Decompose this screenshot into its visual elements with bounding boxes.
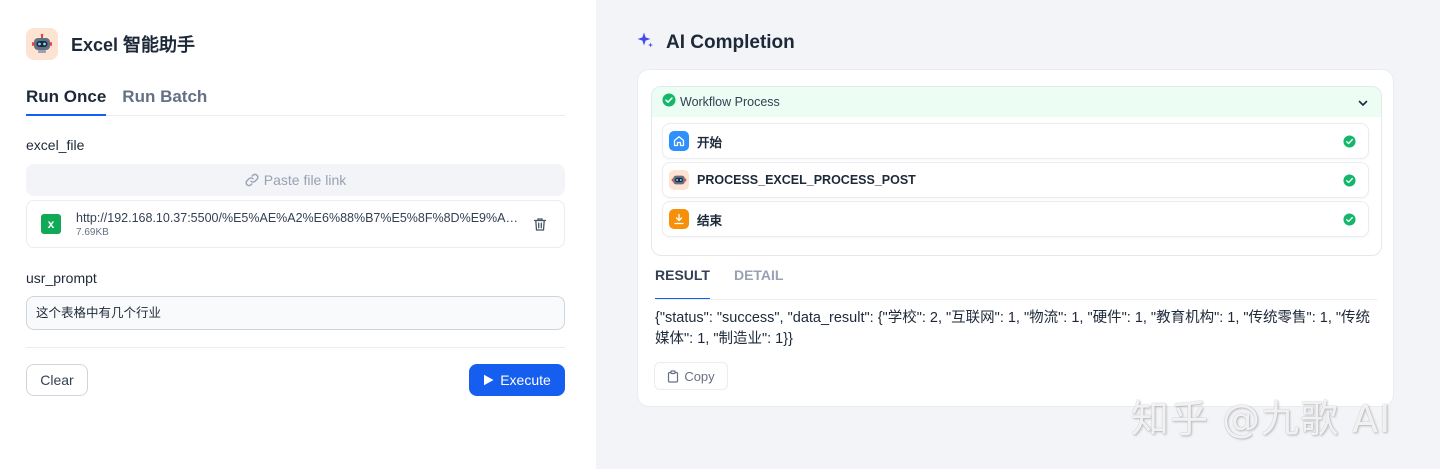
excel-file-icon: x <box>41 214 61 234</box>
copy-button[interactable]: Copy <box>654 362 728 390</box>
result-card: Workflow Process 开始 PROCESS_EXCEL_PROCES… <box>637 69 1394 407</box>
check-circle-icon <box>1343 174 1356 192</box>
divider <box>655 299 1377 300</box>
check-circle-icon <box>1343 135 1356 153</box>
workflow-process-header[interactable]: Workflow Process <box>652 87 1381 117</box>
robot-icon <box>26 28 58 60</box>
home-icon <box>669 131 689 151</box>
usr-prompt-input[interactable]: 这个表格中有几个行业 <box>26 296 565 330</box>
workflow-node-label: 开始 <box>697 135 723 150</box>
excel-file-label: excel_file <box>26 137 85 153</box>
robot-icon <box>669 170 689 190</box>
workflow-process-panel: Workflow Process 开始 PROCESS_EXCEL_PROCES… <box>651 86 1382 256</box>
paste-file-link-placeholder: Paste file link <box>263 172 347 188</box>
chevron-down-icon[interactable] <box>1357 96 1369 114</box>
file-size: 7.69KB <box>76 226 109 238</box>
check-circle-icon <box>1343 213 1356 231</box>
workflow-node-process[interactable]: PROCESS_EXCEL_PROCESS_POST <box>662 162 1369 198</box>
completion-header: AI Completion <box>636 31 795 54</box>
tab-detail[interactable]: DETAIL <box>734 267 784 300</box>
workflow-node-label: PROCESS_EXCEL_PROCESS_POST <box>697 173 916 187</box>
link-icon <box>245 173 259 187</box>
file-name: http://192.168.10.37:5500/%E5%AE%A2%E6%8… <box>76 210 521 225</box>
paste-file-link-input[interactable]: Paste file link <box>26 164 565 196</box>
sparkle-icon <box>636 31 654 54</box>
result-tabs: RESULT DETAIL <box>655 267 807 300</box>
execute-button-label: Execute <box>500 372 551 388</box>
workflow-node-end[interactable]: 结束 <box>662 201 1369 237</box>
completion-title: AI Completion <box>666 31 795 53</box>
check-circle-icon <box>662 93 676 112</box>
execute-button[interactable]: Execute <box>469 364 565 396</box>
workflow-node-label: 结束 <box>697 213 723 228</box>
input-panel: Excel 智能助手 Run Once Run Batch excel_file… <box>0 0 596 469</box>
tab-run-once[interactable]: Run Once <box>26 86 107 116</box>
uploaded-file-card: x http://192.168.10.37:5500/%E5%AE%A2%E6… <box>26 200 565 248</box>
result-output-text: {"status": "success", "data_result": {"学… <box>655 310 1371 347</box>
app-header: Excel 智能助手 <box>26 28 195 60</box>
usr-prompt-label: usr_prompt <box>26 270 97 286</box>
clear-button[interactable]: Clear <box>26 364 88 396</box>
trash-icon[interactable] <box>533 217 547 237</box>
watermark: 知乎 @九歌 AI <box>1131 397 1392 441</box>
app-title: Excel 智能助手 <box>71 35 196 55</box>
divider <box>26 347 565 348</box>
tab-run-batch[interactable]: Run Batch <box>122 86 207 116</box>
workflow-process-label: Workflow Process <box>680 95 780 109</box>
workflow-node-start[interactable]: 开始 <box>662 123 1369 159</box>
copy-button-label: Copy <box>684 368 715 384</box>
clipboard-icon <box>667 369 679 383</box>
flag-icon <box>669 209 689 229</box>
run-mode-tabs: Run Once Run Batch <box>26 86 565 116</box>
tab-result[interactable]: RESULT <box>655 267 710 300</box>
play-icon <box>483 374 494 386</box>
